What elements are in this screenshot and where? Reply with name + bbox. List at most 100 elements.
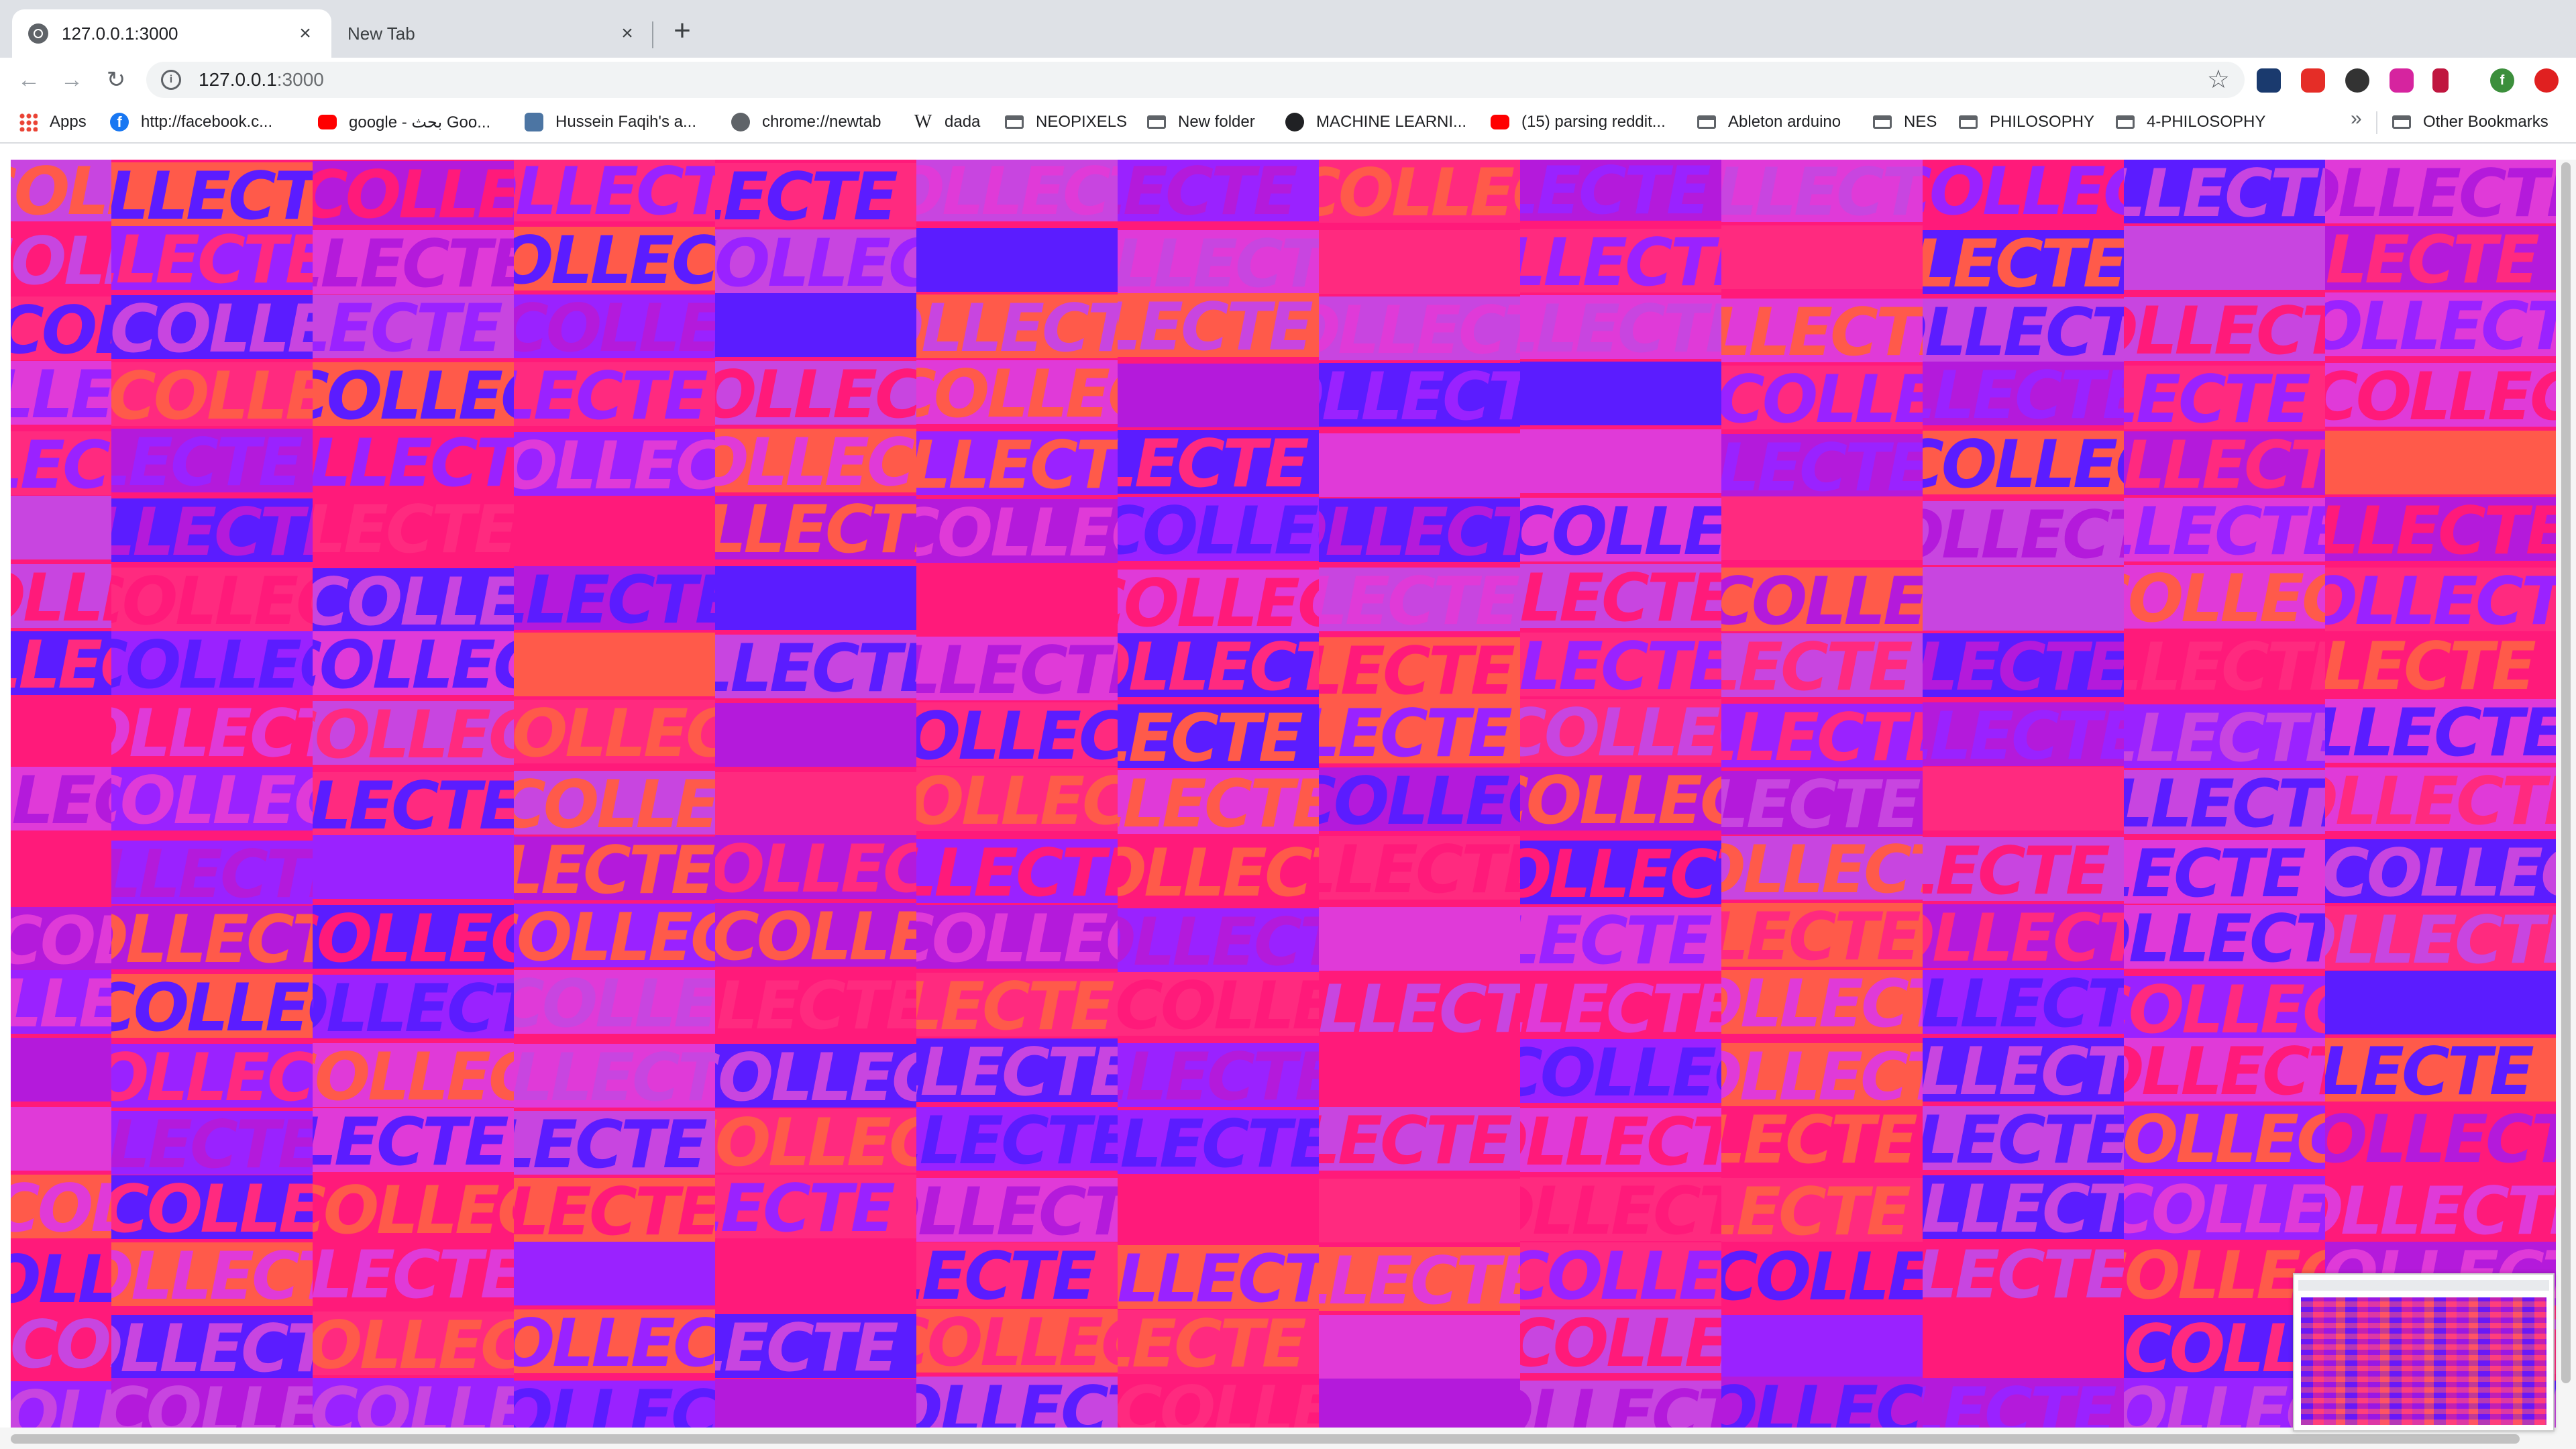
- canvas-word: COLLECTE: [1721, 836, 1923, 900]
- instagram-extension-icon[interactable]: [2390, 68, 2414, 93]
- canvas-tile: COLLECTE: [111, 498, 313, 562]
- info-icon[interactable]: i: [161, 70, 181, 90]
- facebook-icon: f: [110, 113, 129, 131]
- bookmark-dada[interactable]: W dada: [914, 109, 981, 136]
- canvas-word: COLLECTE: [11, 1175, 111, 1238]
- canvas-word: COLLECTE: [313, 230, 514, 294]
- canvas-tile: COLLECTE: [313, 905, 514, 969]
- bookmark-folder-neopixels[interactable]: NEOPIXELS: [1005, 109, 1127, 136]
- canvas-tile: COLLECTE: [1118, 972, 1319, 1036]
- battery-extension-icon[interactable]: [2432, 68, 2449, 93]
- canvas-tile: COLLECTE: [1319, 1247, 1520, 1311]
- canvas-word: COLLECTE: [1721, 970, 1923, 1034]
- canvas-tile: COLLECTE: [514, 294, 715, 358]
- bookmark-other-bookmarks[interactable]: Other Bookmarks: [2392, 109, 2548, 136]
- canvas-word: COLLECTE: [2325, 160, 2556, 223]
- adblock-extension-icon[interactable]: [2534, 68, 2559, 93]
- bookmark-folder-nes[interactable]: NES: [1873, 109, 1937, 136]
- canvas-word: COLLECTE: [111, 767, 313, 830]
- canvas-word: COLLECTE: [1520, 1108, 1721, 1172]
- canvas-tile: COLLECTE: [1520, 841, 1721, 904]
- profile-avatar-icon[interactable]: f: [2490, 68, 2514, 93]
- canvas-word: COLLECTE: [1721, 299, 1923, 362]
- canvas-word: COLLECTE: [111, 1111, 313, 1175]
- window-thumbnail-preview[interactable]: [2293, 1273, 2555, 1432]
- bookmark-chrome-newtab[interactable]: chrome://newtab: [731, 109, 881, 136]
- canvas-tile: COLLECTE: [313, 631, 514, 695]
- vertical-scrollbar-thumb[interactable]: [2561, 162, 2571, 1383]
- canvas-word: COLLECTE: [1520, 1177, 1721, 1241]
- canvas-tile: COLLECTE: [2124, 840, 2325, 904]
- canvas-word: COLLECTE: [1520, 841, 1721, 904]
- canvas-tile: COLLECTE: [1319, 836, 1520, 900]
- canvas-tile: COLLECTE: [916, 360, 1118, 424]
- bookmark-parsing-reddit[interactable]: (15) parsing reddit...: [1491, 109, 1666, 136]
- canvas-tile: COLLECTE: [916, 160, 1118, 221]
- canvas-tile: COLLECTE: [514, 1111, 715, 1175]
- canvas-word: COLLECTE: [313, 161, 514, 225]
- canvas-tile: COLLECTE: [1923, 702, 2124, 766]
- horizontal-scrollbar-thumb[interactable]: [11, 1434, 2520, 1444]
- canvas-word: COLLECTE: [11, 431, 111, 495]
- back-button[interactable]: ←: [12, 63, 46, 97]
- canvas-tile: COLLECTE: [1520, 1242, 1721, 1306]
- vertical-scrollbar[interactable]: [2556, 160, 2576, 1428]
- bookmark-hussein[interactable]: Hussein Faqih's a...: [525, 109, 696, 136]
- canvas-word: COLLECTE: [11, 1246, 111, 1309]
- canvas-tile: COLLECTE: [514, 904, 715, 967]
- bookmark-folder-4-philosophy[interactable]: 4-PHILOSOPHY: [2116, 109, 2265, 136]
- bookmark-facebook[interactable]: f http://facebook.c...: [110, 109, 272, 136]
- canvas-tile: COLLECTE: [1923, 230, 2124, 294]
- address-bar[interactable]: i 127.0.0.1:3000 ☆: [146, 62, 2245, 98]
- bookmark-star-icon[interactable]: ☆: [2207, 66, 2230, 94]
- bookmark-folder-ableton[interactable]: Ableton arduino: [1697, 109, 1841, 136]
- canvas-tile: COLLECTE: [111, 700, 313, 763]
- canvas-tile: COLLECTE: [1118, 908, 1319, 972]
- chart-extension-icon[interactable]: [2257, 68, 2281, 93]
- canvas-tile: COLLECTE: [1520, 975, 1721, 1039]
- tab-active[interactable]: 127.0.0.1:3000 ×: [12, 9, 331, 58]
- canvas-tile: COLLECTE: [715, 163, 916, 227]
- page-canvas[interactable]: COLLECTECOLLECTECOLLECTECOLLECTECOLLECTE…: [11, 160, 2556, 1428]
- new-tab-button[interactable]: +: [668, 16, 696, 48]
- canvas-word: COLLECTE: [2124, 1038, 2325, 1102]
- canvas-word: COLLECTE: [1118, 972, 1319, 1036]
- canvas-tile: COLLECTE: [715, 1314, 916, 1378]
- close-icon[interactable]: ×: [617, 22, 637, 45]
- youtube-extension-icon[interactable]: [2301, 68, 2325, 93]
- bookmarks-overflow-button[interactable]: »: [2351, 107, 2362, 130]
- canvas-tile: COLLECTE: [313, 568, 514, 632]
- canvas-tile: COLLECTE: [916, 1107, 1118, 1171]
- canvas-word: COLLECTE: [11, 297, 111, 360]
- canvas-word: COLLECTE: [111, 1315, 313, 1379]
- canvas-tile: COLLECTE: [2124, 565, 2325, 629]
- canvas-tile: COLLECTE: [1520, 498, 1721, 561]
- canvas-tile: COLLECTE: [916, 294, 1118, 358]
- url-text[interactable]: 127.0.0.1:3000: [199, 69, 324, 91]
- canvas-word: COLLECTE: [313, 701, 514, 765]
- canvas-tile: COLLECTE: [1319, 767, 1520, 831]
- canvas-word: COLLECTE: [1319, 700, 1513, 763]
- bookmark-folder-new-folder[interactable]: New folder: [1147, 109, 1255, 136]
- canvas-word: COLLECTE: [1923, 362, 2124, 425]
- canvas-tile: COLLECTE: [313, 496, 514, 559]
- github-extension-icon[interactable]: [2345, 68, 2369, 93]
- close-icon[interactable]: ×: [295, 22, 315, 45]
- bookmark-apps[interactable]: Apps: [19, 109, 87, 136]
- canvas-tile: COLLECTE: [2124, 976, 2325, 1040]
- canvas-word: COLLECTE: [514, 1309, 715, 1373]
- tab-new-tab[interactable]: New Tab ×: [331, 9, 653, 58]
- canvas-tile: COLLECTE: [1118, 1377, 1319, 1428]
- bookmark-machine-learning[interactable]: MACHINE LEARNI...: [1285, 109, 1466, 136]
- bookmark-folder-philosophy[interactable]: PHILOSOPHY: [1959, 109, 2094, 136]
- canvas-word: COLLECTE: [1520, 229, 1721, 292]
- forward-button[interactable]: →: [55, 63, 89, 97]
- canvas-word: COLLECTE: [916, 431, 1118, 495]
- canvas-tile: COLLECTE: [111, 295, 313, 359]
- horizontal-scrollbar[interactable]: [0, 1428, 2576, 1449]
- reload-button[interactable]: ↻: [99, 63, 133, 97]
- canvas-tile: COLLECTE: [1923, 362, 2124, 425]
- canvas-word: COLLECTE: [11, 631, 111, 695]
- bookmark-google-search[interactable]: google - بحث Goo...: [318, 109, 490, 136]
- canvas-word: COLLECTE: [1118, 1110, 1319, 1174]
